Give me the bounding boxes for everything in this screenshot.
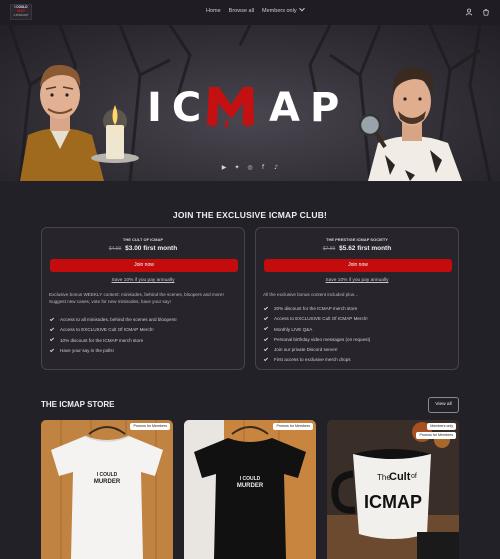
social-links: ▶ ✦ ◎ f ♪ <box>221 164 279 171</box>
join-now-button[interactable]: Join now <box>50 259 238 272</box>
tier-card-prestige: THE PRESTIGE ICMAP SOCIETY $7.99 $5.62 f… <box>255 227 459 370</box>
nav-members-only-label: Members only <box>262 8 297 14</box>
check-icon <box>263 305 269 311</box>
hero-banner: IC AP ▶ ✦ ◎ f ♪ <box>0 25 500 181</box>
feature-text: Have your say in the polls! <box>60 347 114 353</box>
product-card-mug[interactable]: The Cult of ICMAP Members only Promos fo… <box>327 420 459 559</box>
product-image: I COULD MURDER <box>41 420 173 559</box>
nav-home[interactable]: Home <box>206 8 221 14</box>
mug-print-line-3: of <box>411 473 417 480</box>
nav-browse-all[interactable]: Browse all <box>229 8 254 14</box>
tshirt-print-line-2: MURDER <box>237 483 264 489</box>
feature-text: Access to all minisodes, behind the scen… <box>60 317 177 322</box>
tier-description: Exclusive bonus WEEKLY content: minisode… <box>49 292 224 304</box>
tshirt-print-line-1: I COULD <box>97 472 118 478</box>
feature-text: Personal birthday video messages (on req… <box>274 336 371 342</box>
feature-text: Monthly LIVE Q&A <box>274 326 313 332</box>
tshirt-print-line-2: MURDER <box>94 479 121 485</box>
feature-text: Access to EXCLUSIVE Cult Of ICMAP Merch! <box>274 316 368 322</box>
instagram-icon[interactable]: ◎ <box>247 164 253 171</box>
check-icon <box>49 316 55 322</box>
save-annually-link[interactable]: Save 10% if you pay annually <box>42 278 244 283</box>
tier-card-cult: THE CULT OF ICMAP $4.99 $3.00 first mont… <box>41 227 245 370</box>
promo-badge: Promos for Members <box>273 423 313 430</box>
product-image: The Cult of ICMAP <box>327 420 459 559</box>
feature-text: Access to EXCLUSIVE Cult Of ICMAP Merch! <box>60 327 154 333</box>
youtube-icon[interactable]: ▶ <box>221 164 227 171</box>
feature-item: Access to EXCLUSIVE Cult Of ICMAP Merch! <box>49 326 177 336</box>
logo-line-3: A PODCAST <box>13 13 29 17</box>
save-annually-link[interactable]: Save 10% if you pay annually <box>256 278 458 283</box>
store-heading: THE ICMAP STORE <box>41 400 115 409</box>
feature-item: Monthly LIVE Q&A <box>263 326 370 336</box>
feature-text: 10% discount for the ICMAP merch store <box>60 337 144 343</box>
check-icon <box>263 315 269 321</box>
feature-text: First access to exclusive merch drops <box>274 357 351 363</box>
tier-price: $7.99 $5.62 first month <box>256 245 458 252</box>
site-logo[interactable]: I COULD MAP A PODCAST <box>10 4 32 20</box>
tier-features: 20% discount for the ICMAP merch store A… <box>263 305 370 367</box>
top-bar: I COULD MAP A PODCAST Home Browse all Me… <box>0 0 500 25</box>
feature-item: Access to EXCLUSIVE Cult Of ICMAP Merch! <box>263 315 370 325</box>
tier-old-price: $4.99 <box>108 246 122 252</box>
mug-print-line-4: ICMAP <box>364 492 422 512</box>
twitter-icon[interactable]: ✦ <box>234 164 240 171</box>
user-icon[interactable] <box>465 8 473 16</box>
tier-description: All the exclusive bonus content included… <box>263 292 358 297</box>
view-all-button[interactable]: View all <box>428 397 459 413</box>
chevron-down-icon <box>298 5 305 12</box>
cart-icon[interactable] <box>482 8 490 16</box>
check-icon <box>49 337 55 342</box>
main-nav: Home Browse all Members only <box>206 5 305 14</box>
club-heading: JOIN THE EXCLUSIVE ICMAP CLUB! <box>172 210 328 220</box>
feature-item: 20% discount for the ICMAP merch store <box>263 305 370 315</box>
icmap-wordmark: IC AP <box>147 85 349 127</box>
check-icon <box>263 357 269 362</box>
feature-text: Join our private Discord server! <box>274 347 338 353</box>
product-card-black-tshirt[interactable]: I COULD MURDER Promos for Members <box>184 420 316 559</box>
check-icon <box>263 346 269 352</box>
tier-name: THE CULT OF ICMAP <box>122 237 164 242</box>
check-icon <box>49 347 55 352</box>
promo-badge: Promos for Members <box>416 432 456 439</box>
tshirt-print-line-1: I COULD <box>240 476 261 482</box>
feature-item: Have your say in the polls! <box>49 347 177 357</box>
feature-text: 20% discount for the ICMAP merch store <box>274 306 358 311</box>
feature-item: 10% discount for the ICMAP merch store <box>49 337 177 347</box>
feature-item: First access to exclusive merch drops <box>263 356 370 366</box>
join-now-button[interactable]: Join now <box>264 259 452 272</box>
check-icon <box>263 336 269 341</box>
tier-new-price: $5.62 first month <box>339 245 392 252</box>
mug-print-line-2: Cult <box>389 471 411 483</box>
tier-features: Access to all minisodes, behind the scen… <box>49 316 177 357</box>
product-card-white-tshirt[interactable]: I COULD MURDER Promos for Members <box>41 420 173 559</box>
feature-item: Access to all minisodes, behind the scen… <box>49 316 177 326</box>
promo-badge: Promos for Members <box>130 423 170 430</box>
check-icon <box>263 326 269 331</box>
wordmark-left: IC <box>147 85 211 127</box>
check-icon <box>49 326 55 332</box>
members-only-badge: Members only <box>427 423 456 430</box>
tier-new-price: $3.00 first month <box>125 245 178 252</box>
tier-price: $4.99 $3.00 first month <box>42 245 244 252</box>
wordmark-right: AP <box>269 85 349 127</box>
facebook-icon[interactable]: f <box>260 164 266 171</box>
header-actions <box>465 8 490 16</box>
feature-item: Join our private Discord server! <box>263 346 370 356</box>
feature-item: Personal birthday video messages (on req… <box>263 336 370 346</box>
tier-name: THE PRESTIGE ICMAP SOCIETY <box>326 237 388 242</box>
product-image: I COULD MURDER <box>184 420 316 559</box>
tier-old-price: $7.99 <box>322 246 336 252</box>
nav-members-only[interactable]: Members only <box>262 5 305 14</box>
tiktok-icon[interactable]: ♪ <box>273 164 279 171</box>
